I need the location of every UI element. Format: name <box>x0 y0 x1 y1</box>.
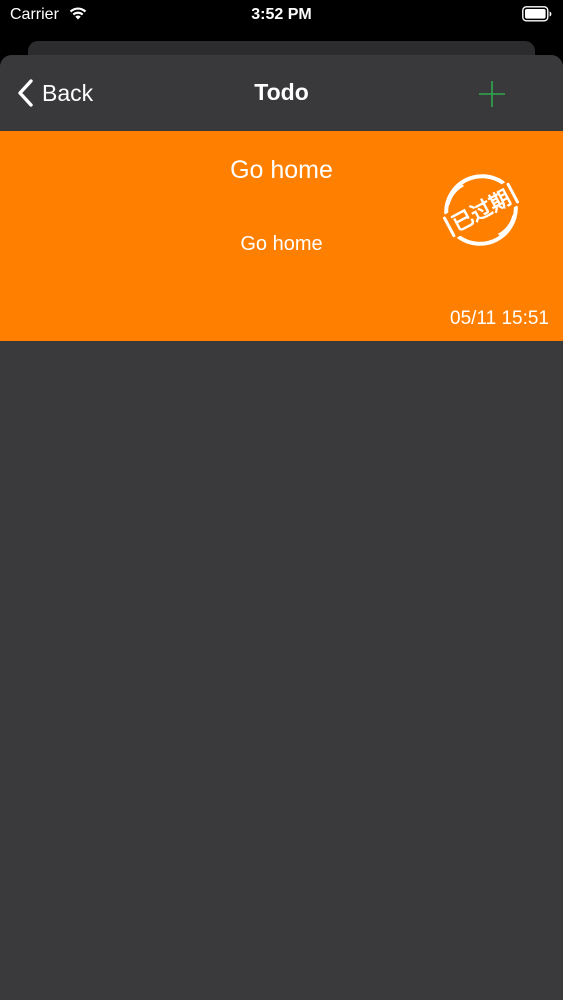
status-time: 3:52 PM <box>251 6 312 23</box>
status-bar: Carrier 3:52 PM <box>0 0 563 32</box>
battery-icon <box>522 6 552 22</box>
todo-date: 05/11 15:51 <box>450 308 549 329</box>
stamp-label: 已过期 <box>448 185 515 236</box>
app-screen: Carrier 3:52 PM Back Todo Go home Go hom… <box>0 0 563 1000</box>
navigation-bar: Back Todo <box>0 55 563 131</box>
todo-item[interactable]: Go home Go home 05/11 15:51 已过期 <box>0 131 563 341</box>
expired-stamp-icon: 已过期 <box>442 174 520 246</box>
todo-sheet: Back Todo Go home Go home 05/11 15:51 已过… <box>0 55 563 1000</box>
plus-icon[interactable] <box>477 79 507 109</box>
